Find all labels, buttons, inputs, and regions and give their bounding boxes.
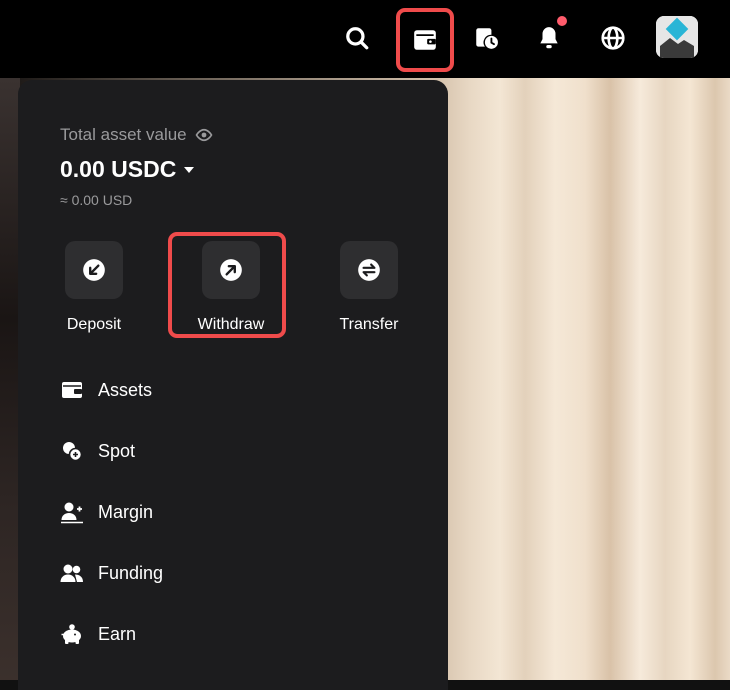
withdraw-highlight-box	[168, 232, 286, 338]
transfer-button[interactable]: Transfer	[319, 241, 419, 334]
globe-icon[interactable]	[589, 14, 637, 62]
top-navigation-bar	[0, 0, 730, 78]
menu-item-earn-label: Earn	[98, 623, 137, 644]
eye-icon[interactable]	[195, 128, 213, 142]
menu-item-spot-label: Spot	[98, 440, 136, 461]
menu-item-earn[interactable]: Earn	[60, 619, 136, 649]
balance-usd-approx: ≈ 0.00 USD	[60, 192, 133, 208]
menu-item-margin[interactable]: Margin	[60, 497, 153, 527]
balance-selector[interactable]: 0.00 USDC	[60, 156, 196, 183]
menu-item-spot[interactable]: Spot	[60, 436, 135, 466]
wallet-icon[interactable]	[396, 8, 454, 72]
menu-item-margin-label: Margin	[98, 501, 154, 522]
deposit-tile[interactable]	[65, 241, 123, 299]
menu-item-assets-label: Assets	[98, 379, 153, 400]
transfer-label: Transfer	[339, 316, 399, 333]
total-asset-value-label: Total asset value	[60, 125, 213, 145]
transfer-icon	[358, 259, 380, 281]
deposit-label: Deposit	[66, 316, 122, 333]
order-history-icon[interactable]	[462, 14, 510, 62]
notification-bell-icon[interactable]	[525, 14, 573, 62]
notification-dot	[557, 16, 567, 26]
wallet-dropdown-panel: Total asset value 0.00 USDC ≈ 0.00 USD D…	[18, 80, 448, 690]
margin-icon	[61, 502, 83, 524]
total-asset-value-text: Total asset value	[60, 125, 187, 144]
earn-icon	[61, 624, 81, 644]
menu-item-assets[interactable]: Assets	[60, 375, 152, 405]
deposit-icon	[83, 259, 105, 281]
deposit-button[interactable]: Deposit	[44, 241, 144, 334]
menu-item-funding-label: Funding	[98, 562, 164, 583]
background-image-left	[0, 78, 20, 680]
spot-icon	[63, 442, 83, 462]
avatar[interactable]	[656, 16, 698, 58]
transfer-tile[interactable]	[340, 241, 398, 299]
caret-down-icon	[184, 166, 195, 173]
funding-icon	[60, 564, 83, 582]
menu-item-funding[interactable]: Funding	[60, 558, 163, 588]
assets-icon	[62, 382, 82, 398]
balance-value: 0.00 USDC	[60, 156, 177, 182]
search-icon[interactable]	[333, 14, 381, 62]
